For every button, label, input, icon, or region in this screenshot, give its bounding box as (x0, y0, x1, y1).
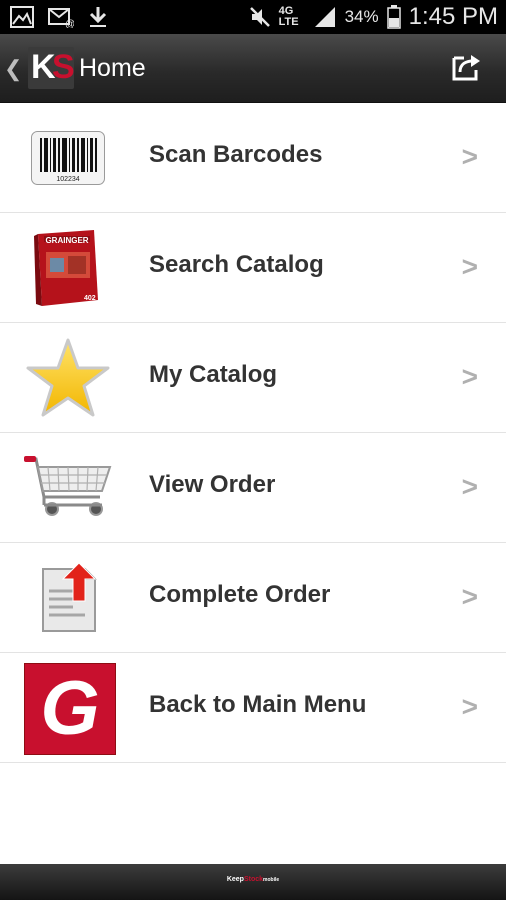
catalog-brand: GRAINGER (45, 236, 88, 245)
menu-item-label: Scan Barcodes (149, 141, 323, 168)
barcode-icon: 102234 (22, 114, 114, 202)
status-bar: @ 4G LTE 34% 1:45 PM (0, 0, 506, 34)
menu-item-label: View Order (149, 471, 276, 498)
keepstock-logo[interactable]: K S (28, 47, 75, 89)
menu-item-back-to-main-menu[interactable]: G Back to Main Menu > (0, 653, 506, 763)
menu-item-label: My Catalog (149, 361, 278, 388)
network-type: 4G LTE (278, 5, 299, 28)
shopping-cart-icon (22, 444, 114, 532)
catalog-book-icon: GRAINGER 402 (22, 224, 114, 312)
catalog-number: 402 (84, 295, 96, 302)
image-notification-icon (10, 6, 34, 28)
menu-item-complete-order[interactable]: Complete Order > (0, 543, 506, 653)
menu-item-view-order[interactable]: View Order > (0, 433, 506, 543)
star-icon (22, 334, 114, 422)
grainger-logo-letter: G (40, 666, 100, 751)
menu-item-label: Back to Main Menu (149, 691, 367, 718)
clock: 1:45 PM (408, 3, 498, 30)
action-bar: ❮ K S Home (0, 34, 506, 104)
battery-icon (386, 5, 401, 29)
chevron-right-icon: > (461, 471, 478, 502)
page-title: Home (79, 54, 146, 82)
logo-letter-s: S (52, 48, 75, 86)
back-chevron-icon[interactable]: ❮ (4, 56, 22, 82)
email-notification-icon: @ (48, 8, 74, 28)
chevron-right-icon: > (461, 141, 478, 172)
menu-item-search-catalog[interactable]: GRAINGER 402 Search Catalog > (0, 213, 506, 323)
battery-percent: 34% (344, 7, 379, 26)
menu-item-my-catalog[interactable]: My Catalog > (0, 323, 506, 433)
keepstock-footer-brand: KeepStockmobile (0, 876, 506, 883)
chevron-right-icon: > (461, 691, 478, 722)
brand-stock: Stock (243, 876, 264, 883)
menu-item-scan-barcodes[interactable]: 102234 Scan Barcodes > (0, 103, 506, 213)
signal-strength-icon (314, 7, 335, 27)
export-icon[interactable] (450, 52, 482, 82)
mute-icon (249, 7, 270, 27)
grainger-logo-icon: G (24, 663, 116, 755)
upload-document-icon (22, 554, 114, 642)
chevron-right-icon: > (461, 251, 478, 282)
home-menu-list: 102234 Scan Barcodes > GRAINGER 402 Sear… (0, 103, 506, 763)
chevron-right-icon: > (461, 581, 478, 612)
brand-suffix: mobile (263, 877, 280, 883)
menu-item-label: Complete Order (149, 581, 331, 608)
svg-text:@: @ (65, 19, 74, 28)
download-notification-icon (89, 7, 107, 27)
menu-item-label: Search Catalog (149, 251, 324, 278)
bottom-bar: KeepStockmobile (0, 864, 506, 900)
brand-keep: Keep (226, 876, 244, 883)
chevron-right-icon: > (461, 361, 478, 392)
barcode-number: 102234 (56, 176, 79, 183)
